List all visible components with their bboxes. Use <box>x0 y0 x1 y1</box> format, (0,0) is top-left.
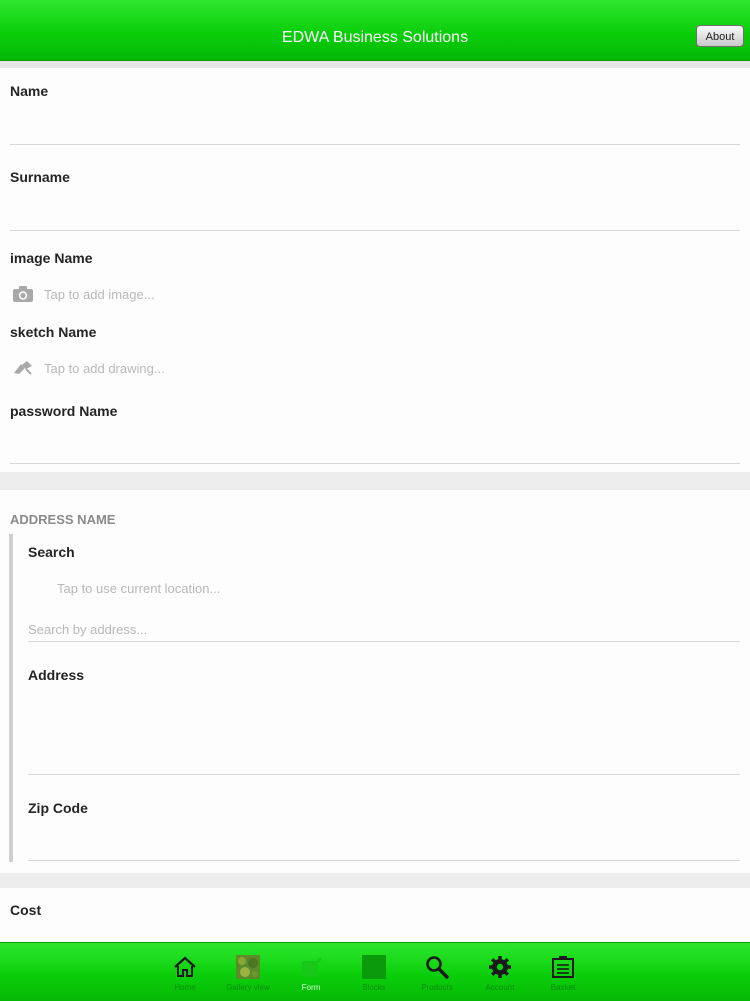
tab-home-label: Home <box>174 983 196 992</box>
camera-icon <box>13 286 33 302</box>
tab-account-label: Account <box>485 983 515 992</box>
name-label: Name <box>10 83 49 99</box>
tab-gallery-view-label: Gallery view <box>226 983 270 992</box>
tab-basket-label: Basket <box>550 983 576 992</box>
tab-products-label: Products <box>421 983 453 992</box>
gallery-icon <box>236 955 260 979</box>
about-button[interactable]: About <box>696 25 744 47</box>
address-card: ADDRESS NAME Search Tap to use current l… <box>0 490 750 873</box>
search-icon <box>426 956 449 979</box>
home-icon <box>174 956 196 977</box>
address-label: Address <box>28 667 85 683</box>
add-image-hint: Tap to add image... <box>44 287 155 302</box>
address-section-title: ADDRESS NAME <box>10 512 116 527</box>
password-label: password Name <box>10 403 118 419</box>
zip-code-label: Zip Code <box>28 800 88 816</box>
cost-card: Cost <box>0 888 750 942</box>
tab-form-label: Form <box>301 983 321 992</box>
search-address-input[interactable]: Search by address... <box>28 622 147 637</box>
surname-label: Surname <box>10 169 70 185</box>
current-location-hint[interactable]: Tap to use current location... <box>57 581 220 596</box>
bottom-tab-bar: Home Gallery view Form Blocks Products A… <box>0 942 750 1001</box>
zip-code-field[interactable] <box>28 860 740 861</box>
brush-icon <box>14 361 32 375</box>
tab-form[interactable]: Form <box>281 943 341 1001</box>
add-drawing-hint: Tap to add drawing... <box>44 361 165 376</box>
surname-field[interactable] <box>10 230 740 231</box>
tab-blocks-label: Blocks <box>362 983 386 992</box>
blocks-icon <box>362 955 386 979</box>
app-title: EDWA Business Solutions <box>281 29 469 46</box>
cost-label: Cost <box>10 902 42 918</box>
tab-products[interactable]: Products <box>407 943 467 1001</box>
tab-basket[interactable]: Basket <box>533 943 593 1001</box>
header-divider <box>0 61 750 68</box>
name-field[interactable] <box>10 144 740 145</box>
tab-home[interactable]: Home <box>155 943 215 1001</box>
top-navigation-bar: EDWA Business Solutions About <box>0 0 750 61</box>
tab-blocks[interactable]: Blocks <box>344 943 404 1001</box>
address-group-bar <box>9 534 13 862</box>
tab-account[interactable]: Account <box>470 943 530 1001</box>
form-icon <box>302 956 323 977</box>
sketch-label: sketch Name <box>10 324 97 340</box>
gear-icon <box>489 956 511 978</box>
image-label: image Name <box>10 250 93 266</box>
add-drawing-row[interactable]: Tap to add drawing... <box>10 356 410 382</box>
add-image-row[interactable]: Tap to add image... <box>10 282 410 308</box>
search-label: Search <box>28 544 75 560</box>
tab-gallery-view[interactable]: Gallery view <box>218 943 278 1001</box>
address-field[interactable] <box>28 774 740 775</box>
basket-icon <box>552 956 574 978</box>
password-field[interactable] <box>10 463 740 464</box>
search-field-underline <box>28 641 740 642</box>
personal-info-card: Name Surname image Name Tap to add image… <box>0 68 750 472</box>
